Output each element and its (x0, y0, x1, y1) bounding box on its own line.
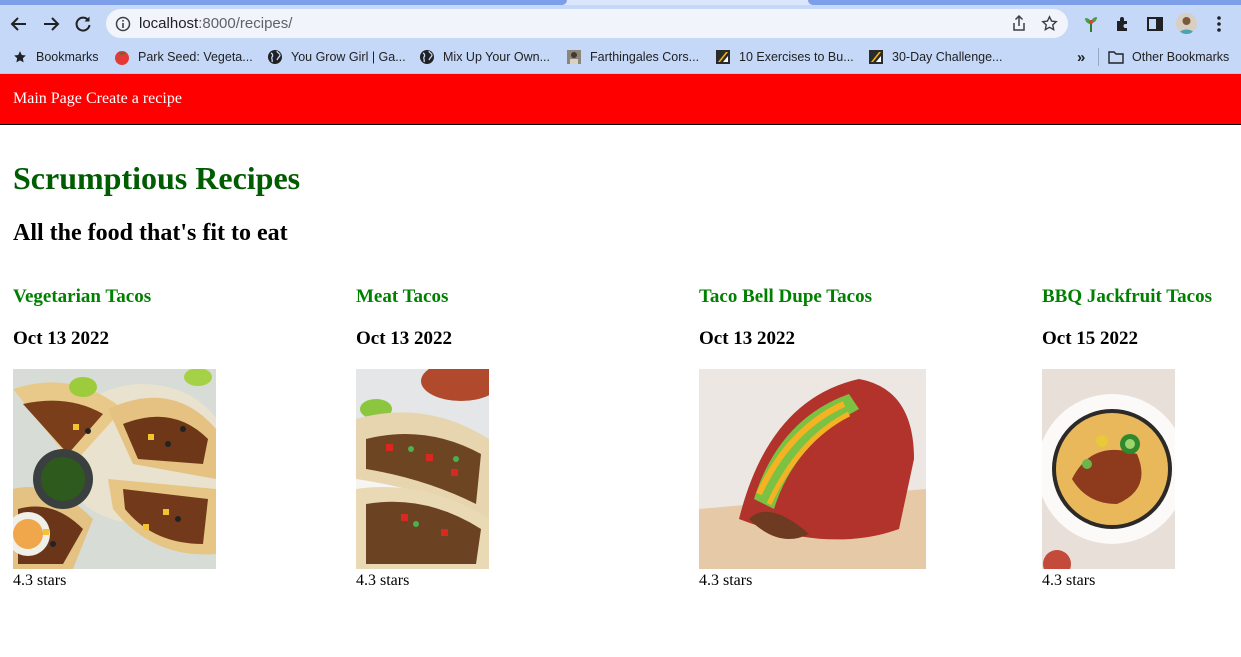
bookmark-park-seed[interactable]: Park Seed: Vegeta... (114, 48, 253, 66)
bookmark-bookmarks[interactable]: Bookmarks (12, 48, 99, 66)
bookmark-label: 30-Day Challenge... (892, 50, 1003, 64)
browser-toolbar: localhost:8000/recipes/ (0, 5, 1241, 42)
star-icon (12, 49, 28, 65)
nav-main-page-link[interactable]: Main Page (13, 90, 82, 108)
extension-plant-icon[interactable] (1081, 14, 1101, 34)
recipe-rating: 4.3 stars (699, 572, 753, 589)
recipe-card: BBQ Jackfruit Tacos Oct 15 2022 4.3 star… (1042, 286, 1212, 589)
recipe-card: Vegetarian Tacos Oct 13 2022 4.3 stars (13, 286, 216, 589)
recipe-date: Oct 13 2022 (699, 328, 796, 349)
share-icon[interactable] (1011, 15, 1027, 32)
recipe-date: Oct 15 2022 (1042, 328, 1139, 349)
recipe-title-link[interactable]: Vegetarian Tacos (13, 286, 151, 308)
recipe-title-link[interactable]: BBQ Jackfruit Tacos (1042, 286, 1212, 308)
bookmarks-bar: Bookmarks Park Seed: Vegeta... You Grow … (0, 42, 1241, 74)
bookmark-label: Other Bookmarks (1132, 50, 1230, 64)
url-path: :8000/recipes/ (198, 15, 293, 32)
recipe-image[interactable] (1042, 369, 1175, 569)
recipe-image[interactable] (699, 369, 926, 569)
site-favicon-icon (868, 49, 884, 65)
recipe-date: Oct 13 2022 (356, 328, 453, 349)
recipe-image[interactable] (13, 369, 216, 569)
recipe-title-link[interactable]: Taco Bell Dupe Tacos (699, 286, 872, 308)
bookmark-label: Mix Up Your Own... (443, 50, 550, 64)
recipe-rating: 4.3 stars (1042, 572, 1096, 589)
bookmark-10-exercises[interactable]: 10 Exercises to Bu... (715, 48, 854, 66)
reload-button[interactable] (71, 12, 95, 36)
bookmark-label: You Grow Girl | Ga... (291, 50, 406, 64)
page-title: Scrumptious Recipes (13, 160, 301, 196)
address-bar[interactable]: localhost:8000/recipes/ (106, 9, 1068, 38)
side-panel-icon[interactable] (1145, 14, 1165, 34)
site-favicon-icon (566, 49, 582, 65)
bookmarks-overflow-button[interactable]: » (1077, 48, 1085, 66)
bookmark-label: Farthingales Cors... (590, 50, 700, 64)
profile-avatar-icon (1176, 13, 1197, 34)
globe-icon (267, 49, 283, 65)
nav-create-recipe-link[interactable]: Create a recipe (86, 90, 182, 108)
bookmarks-divider (1098, 48, 1099, 66)
forward-button[interactable] (39, 12, 63, 36)
arrow-left-icon (10, 17, 26, 31)
recipe-rating: 4.3 stars (356, 572, 410, 589)
recipe-date: Oct 13 2022 (13, 328, 110, 349)
extensions-puzzle-icon[interactable] (1113, 14, 1133, 34)
bookmark-other-bookmarks[interactable]: Other Bookmarks (1108, 48, 1229, 66)
page-subtitle: All the food that's fit to eat (13, 220, 288, 246)
folder-icon (1108, 49, 1124, 65)
bookmark-star-icon[interactable] (1041, 15, 1058, 32)
recipe-card: Taco Bell Dupe Tacos Oct 13 2022 4.3 sta… (699, 286, 926, 589)
recipe-title-link[interactable]: Meat Tacos (356, 286, 448, 308)
recipe-rating: 4.3 stars (13, 572, 67, 589)
bookmark-farthingales[interactable]: Farthingales Cors... (566, 48, 699, 66)
bookmark-mix-up[interactable]: Mix Up Your Own... (419, 48, 550, 66)
bookmark-label: Bookmarks (36, 50, 99, 64)
chevron-double-right-icon: » (1077, 48, 1086, 66)
bookmark-label: Park Seed: Vegeta... (138, 50, 253, 64)
globe-icon (419, 49, 435, 65)
profile-avatar[interactable] (1176, 13, 1197, 34)
recipe-card: Meat Tacos Oct 13 2022 4.3 stars (356, 286, 489, 589)
url-text[interactable]: localhost:8000/recipes/ (139, 15, 292, 32)
back-button[interactable] (7, 12, 31, 36)
bookmark-30-day[interactable]: 30-Day Challenge... (868, 48, 1002, 66)
site-navbar: Main Page Create a recipe (0, 74, 1241, 125)
bookmark-label: 10 Exercises to Bu... (739, 50, 854, 64)
menu-kebab-icon[interactable] (1209, 14, 1229, 34)
recipe-image[interactable] (356, 369, 489, 569)
reload-icon (75, 16, 91, 32)
site-favicon-icon (715, 49, 731, 65)
info-icon[interactable] (115, 16, 131, 32)
bookmark-you-grow-girl[interactable]: You Grow Girl | Ga... (267, 48, 406, 66)
tomato-icon (114, 49, 130, 65)
url-host: localhost (139, 15, 199, 32)
arrow-right-icon (44, 17, 60, 31)
